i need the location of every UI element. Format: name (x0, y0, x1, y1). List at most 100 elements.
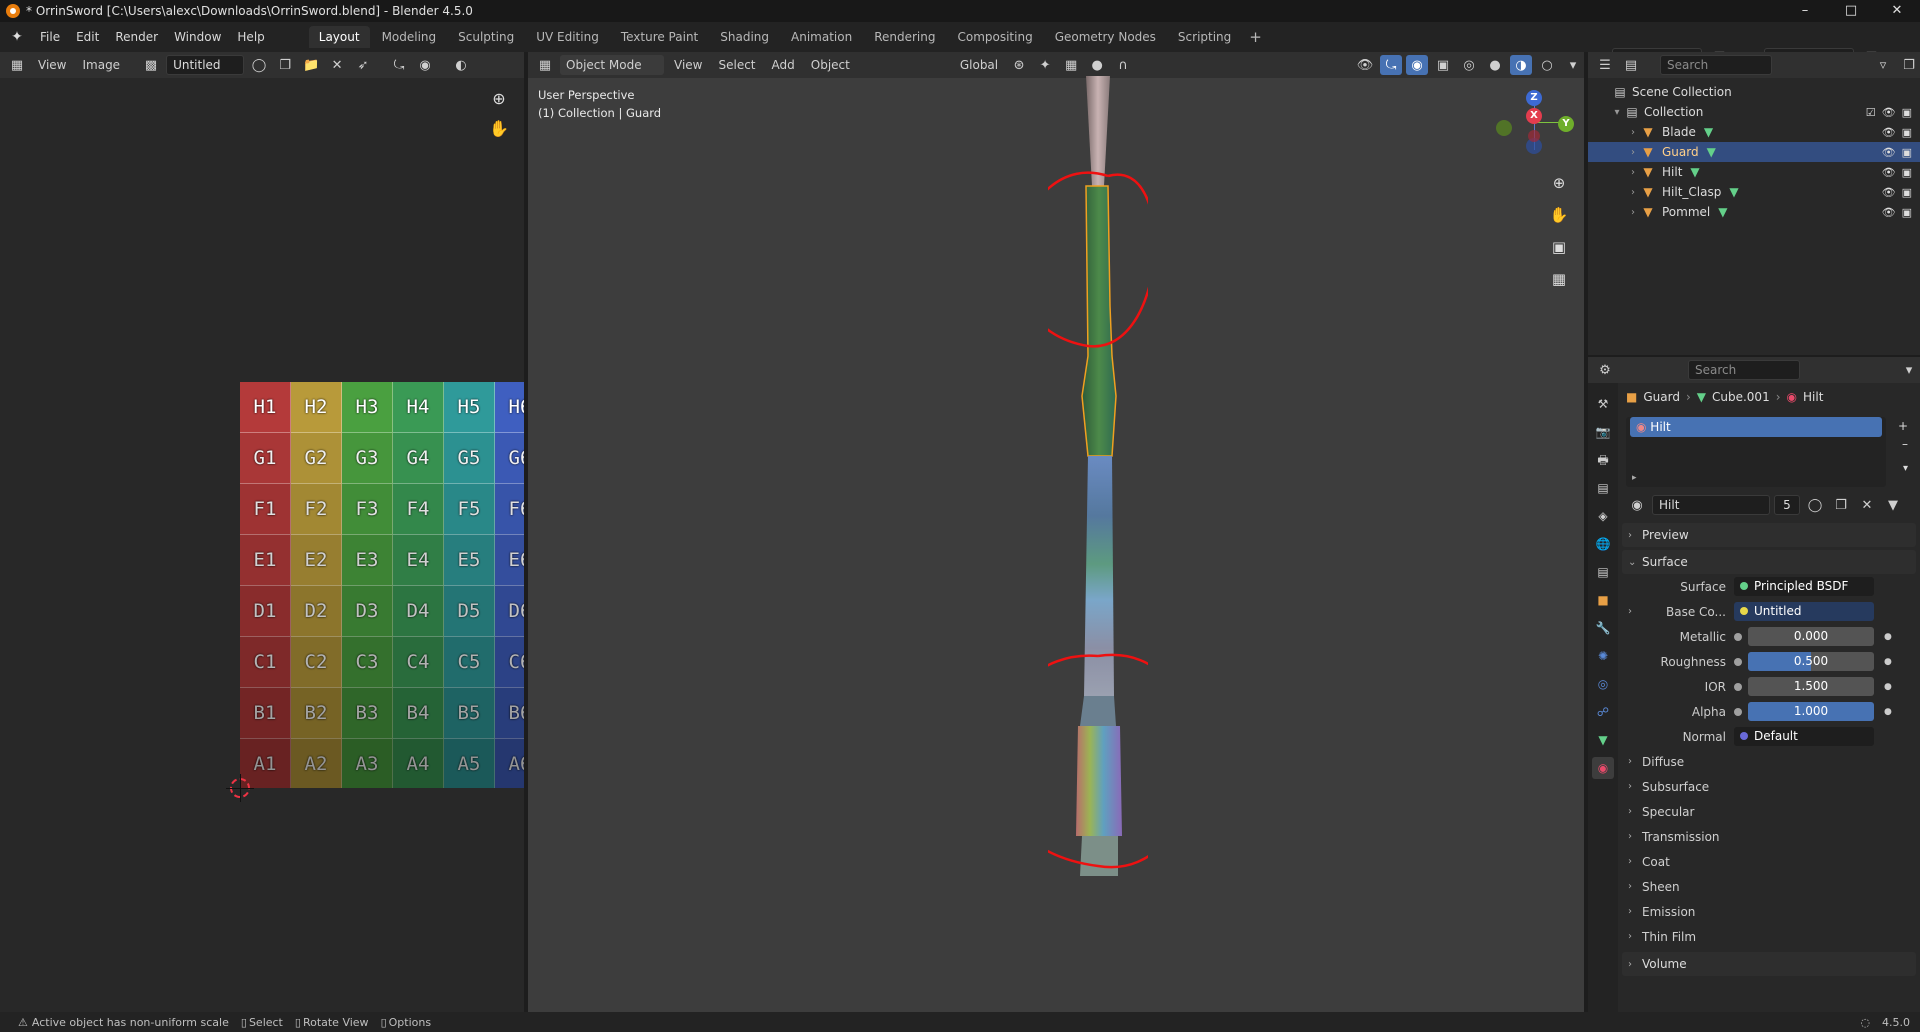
render-camera-icon[interactable]: ▣ (1902, 126, 1912, 139)
viewport-pan-icon[interactable]: ✋ (1546, 202, 1572, 228)
expand-icon[interactable]: › (1626, 187, 1640, 198)
snap-icon[interactable]: ✦ (1034, 55, 1056, 75)
tab-sculpting[interactable]: Sculpting (448, 26, 524, 48)
collection-check-icon[interactable]: ☑ (1866, 106, 1876, 119)
tab-animation[interactable]: Animation (781, 26, 862, 48)
tab-modeling[interactable]: Modeling (372, 26, 447, 48)
uv-image-menu[interactable]: Image (76, 55, 126, 75)
fake-user-icon[interactable]: ◯ (248, 55, 270, 75)
gizmo-z-icon[interactable]: Z (1526, 90, 1542, 106)
new-collection-icon[interactable]: ❐ (1898, 55, 1920, 75)
property-value-field[interactable]: 0.000 (1748, 627, 1874, 646)
outliner-item-hilt_clasp[interactable]: › ▼ Hilt_Clasp ▼ 👁 ▣ (1588, 182, 1920, 202)
pivot-icon[interactable]: ⊛ (1008, 55, 1030, 75)
tab-texture-paint[interactable]: Texture Paint (611, 26, 708, 48)
navigation-gizmo[interactable]: Z X Y (1496, 90, 1574, 170)
viewport-select-menu[interactable]: Select (712, 55, 761, 75)
property-value-field[interactable]: 1.000 (1748, 702, 1874, 721)
menu-render[interactable]: Render (107, 30, 166, 44)
panel-volume[interactable]: › Volume (1622, 952, 1916, 976)
slot-expand-icon[interactable]: ▸ (1632, 473, 1637, 483)
material-tab-icon[interactable]: ◉ (1592, 757, 1614, 779)
overlay-toggle-icon[interactable]: ◉ (414, 55, 436, 75)
link-mode-icon[interactable]: ▼ (1882, 495, 1904, 515)
properties-editor-type-icon[interactable]: ⚙ (1594, 360, 1616, 380)
object-tab-icon[interactable]: ■ (1592, 589, 1614, 611)
falloff-icon[interactable]: ∩ (1112, 55, 1134, 75)
rendered-shading-icon[interactable]: ○ (1536, 55, 1558, 75)
keyframe-dot-icon[interactable]: ● (1884, 657, 1892, 667)
tab-shading[interactable]: Shading (710, 26, 779, 48)
viewport-zoom-icon[interactable]: ⊕ (1546, 170, 1572, 196)
expand-icon[interactable]: › (1626, 127, 1640, 138)
display-channels-icon[interactable]: ◐ (450, 55, 472, 75)
mesh-data-icon[interactable]: ▼ (1690, 165, 1699, 179)
filter-icon[interactable]: ▿ (1872, 55, 1894, 75)
solid-shading-icon[interactable]: ● (1484, 55, 1506, 75)
new-image-icon[interactable]: ❐ (274, 55, 296, 75)
render-tab-icon[interactable]: 📷 (1592, 421, 1614, 443)
add-workspace-icon[interactable]: + (1243, 26, 1268, 48)
viewport-editor-type-icon[interactable]: ▦ (534, 55, 556, 75)
material-slot[interactable]: ◉ Hilt (1630, 417, 1882, 437)
base-color-expand-icon[interactable]: › (1628, 606, 1642, 617)
expand-icon[interactable]: › (1626, 147, 1640, 158)
tab-compositing[interactable]: Compositing (947, 26, 1042, 48)
wireframe-shading-icon[interactable]: ◎ (1458, 55, 1480, 75)
collection-row[interactable]: ▾ ▤ Collection ☑ 👁 ▣ (1588, 102, 1920, 122)
render-camera-icon[interactable]: ▣ (1902, 166, 1912, 179)
subpanel-coat[interactable]: › Coat (1622, 849, 1916, 874)
properties-search-input[interactable]: Search (1688, 360, 1800, 380)
minimize-icon[interactable]: – (1782, 0, 1828, 22)
scene-tab-icon[interactable]: ◈ (1592, 505, 1614, 527)
object-mode-dropdown[interactable]: Object Mode (560, 55, 664, 75)
gizmo-neg-x-icon[interactable] (1528, 130, 1540, 142)
expand-icon[interactable]: › (1626, 207, 1640, 218)
blender-menu-icon[interactable]: ✦ (8, 28, 26, 46)
pan-hand-icon[interactable]: ✋ (486, 116, 512, 142)
property-value-field[interactable]: 1.500 (1748, 677, 1874, 696)
maximize-icon[interactable]: □ (1828, 0, 1874, 22)
image-name-field[interactable]: Untitled (166, 55, 245, 75)
panel-preview[interactable]: › Preview (1622, 523, 1916, 547)
unlink-material-icon[interactable]: ✕ (1856, 495, 1878, 515)
outliner-search-input[interactable]: Search (1660, 55, 1772, 75)
collection-tab-icon[interactable]: ▤ (1592, 561, 1614, 583)
add-slot-icon[interactable]: + (1898, 419, 1908, 433)
subpanel-subsurface[interactable]: › Subsurface (1622, 774, 1916, 799)
viewport-object-menu[interactable]: Object (805, 55, 856, 75)
unlink-image-icon[interactable]: ✕ (326, 55, 348, 75)
image-browse-icon[interactable]: ▩ (140, 55, 162, 75)
display-mode-icon[interactable]: ▤ (1620, 55, 1642, 75)
gizmo-x-icon[interactable]: X (1526, 108, 1542, 124)
3d-viewport[interactable]: ▦ Object Mode View Select Add Object Glo… (526, 52, 1584, 1012)
subpanel-thin-film[interactable]: › Thin Film (1622, 924, 1916, 949)
particles-tab-icon[interactable]: ✺ (1592, 645, 1614, 667)
keyframe-dot-icon[interactable]: ● (1884, 707, 1892, 717)
view-layer-tab-icon[interactable]: ▤ (1592, 477, 1614, 499)
visibility-eye-icon[interactable]: 👁 (1882, 166, 1896, 179)
tab-geometry-nodes[interactable]: Geometry Nodes (1045, 26, 1166, 48)
pin-icon[interactable]: ➶ (352, 55, 374, 75)
slot-menu-icon[interactable]: ▾ (1903, 463, 1908, 474)
editor-type-icon[interactable]: ▦ (6, 55, 28, 75)
gizmo-y-icon[interactable]: Y (1558, 116, 1574, 132)
render-camera-icon[interactable]: ▣ (1902, 186, 1912, 199)
gizmo-toggle-icon[interactable]: ⤿ (388, 55, 410, 75)
constraints-tab-icon[interactable]: ☍ (1592, 701, 1614, 723)
mesh-data-icon[interactable]: ▼ (1729, 185, 1738, 199)
outliner-item-hilt[interactable]: › ▼ Hilt ▼ 👁 ▣ (1588, 162, 1920, 182)
duplicate-material-icon[interactable]: ❐ (1830, 495, 1852, 515)
subpanel-diffuse[interactable]: › Diffuse (1622, 749, 1916, 774)
2d-cursor-icon[interactable] (226, 774, 254, 802)
visibility-eye-icon[interactable]: 👁 (1882, 146, 1896, 159)
menu-file[interactable]: File (32, 30, 68, 44)
menu-window[interactable]: Window (166, 30, 229, 44)
browse-material-icon[interactable]: ◉ (1626, 495, 1648, 515)
xray-icon[interactable]: ▣ (1432, 55, 1454, 75)
panel-surface[interactable]: ⌄ Surface (1622, 550, 1916, 574)
shading-options-icon[interactable]: ▾ (1562, 55, 1584, 75)
subpanel-transmission[interactable]: › Transmission (1622, 824, 1916, 849)
mesh-data-icon[interactable]: ▼ (1704, 125, 1713, 139)
keyframe-dot-icon[interactable]: ● (1884, 682, 1892, 692)
